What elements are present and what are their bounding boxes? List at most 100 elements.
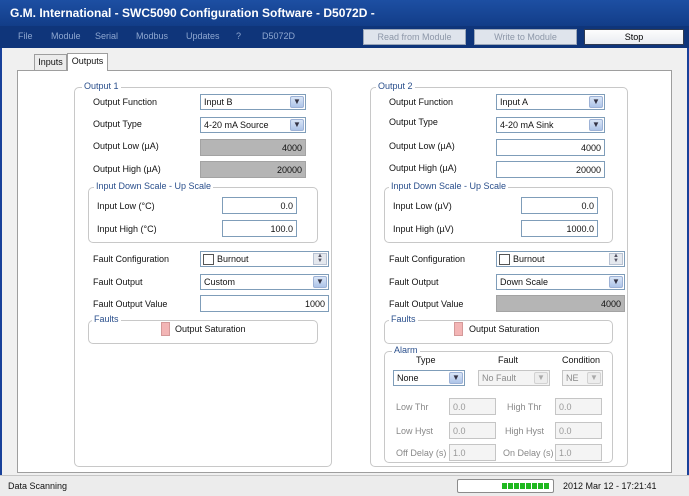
output2-low-field[interactable]: 4000: [496, 139, 605, 156]
output2-faults-title: Faults: [389, 314, 418, 324]
checkbox-icon[interactable]: [499, 254, 510, 265]
progress-segment: [526, 483, 531, 489]
chevron-down-icon: ▼: [534, 372, 548, 384]
output2-in-low-field[interactable]: 0.0: [521, 197, 598, 214]
alarm-condition-select[interactable]: NE ▼: [562, 370, 603, 386]
output1-fault-output-select[interactable]: Custom ▼: [200, 274, 329, 290]
alarm-off-delay-label: Off Delay (s): [396, 448, 447, 458]
output2-fault-output-select[interactable]: Down Scale ▼: [496, 274, 625, 290]
output1-in-high-field[interactable]: 100.0: [222, 220, 297, 237]
alarm-condition-header: Condition: [562, 355, 601, 365]
output1-fault-output-value: Custom: [204, 277, 236, 287]
alarm-type-select[interactable]: None ▼: [393, 370, 465, 386]
alarm-on-delay-field[interactable]: 1.0: [555, 444, 602, 461]
output1-in-high-label: Input High (°C): [97, 224, 157, 234]
output2-function-value: Input A: [500, 97, 529, 107]
output2-type-label: Output Type: [389, 117, 438, 127]
output1-function-value: Input B: [204, 97, 233, 107]
output2-burnout-field[interactable]: Burnout ▲ ▼: [496, 251, 625, 267]
status-datetime: 2012 Mar 12 - 17:21:41: [563, 481, 657, 491]
menu-module[interactable]: Module: [51, 31, 81, 41]
write-to-module-button[interactable]: Write to Module: [474, 29, 577, 45]
alarm-title: Alarm: [392, 345, 420, 355]
output1-title: Output 1: [82, 81, 121, 91]
progress-segment: [538, 483, 543, 489]
output1-saturation-indicator: [161, 322, 170, 336]
output2-title: Output 2: [376, 81, 415, 91]
output2-fault-output-value: Down Scale: [500, 277, 549, 287]
progress-segment: [514, 483, 519, 489]
output2-high-label: Output High (µA): [389, 163, 457, 173]
alarm-high-hyst-field[interactable]: 0.0: [555, 422, 602, 439]
read-from-module-button[interactable]: Read from Module: [363, 29, 466, 45]
status-bar: Data Scanning 2012 Mar 12 - 17:21:41: [0, 475, 689, 496]
window-title: G.M. International - SWC5090 Configurati…: [0, 0, 689, 26]
output2-high-field[interactable]: 20000: [496, 161, 605, 178]
chevron-down-icon: ▼: [313, 276, 327, 288]
spinner-icon[interactable]: ▲ ▼: [609, 253, 623, 265]
menu-device[interactable]: D5072D: [262, 31, 295, 41]
output1-type-select[interactable]: 4-20 mA Source ▼: [200, 117, 306, 133]
output1-low-field: 4000: [200, 139, 306, 156]
menu-updates[interactable]: Updates: [186, 31, 220, 41]
output2-fault-value-field: 4000: [496, 295, 625, 312]
menu-serial[interactable]: Serial: [95, 31, 118, 41]
output2-function-select[interactable]: Input A ▼: [496, 94, 605, 110]
output1-function-label: Output Function: [93, 97, 158, 107]
chevron-down-icon: ▼: [609, 276, 623, 288]
output2-saturation-indicator: [454, 322, 463, 336]
menu-file[interactable]: File: [18, 31, 33, 41]
alarm-type-value: None: [397, 373, 419, 383]
output2-fault-value-label: Fault Output Value: [389, 299, 464, 309]
alarm-low-hyst-field[interactable]: 0.0: [449, 422, 496, 439]
progress-segment: [502, 483, 507, 489]
output1-function-select[interactable]: Input B ▼: [200, 94, 306, 110]
alarm-condition-value: NE: [566, 373, 579, 383]
alarm-low-thr-label: Low Thr: [396, 402, 429, 412]
checkbox-icon[interactable]: [203, 254, 214, 265]
alarm-type-header: Type: [416, 355, 436, 365]
progress-segment: [532, 483, 537, 489]
alarm-fault-header: Fault: [498, 355, 519, 365]
spinner-icon[interactable]: ▲ ▼: [313, 253, 327, 265]
output2-function-label: Output Function: [389, 97, 454, 107]
output1-fault-value-label: Fault Output Value: [93, 299, 168, 309]
output1-in-low-field[interactable]: 0.0: [222, 197, 297, 214]
tab-outputs[interactable]: Outputs: [67, 53, 108, 71]
output1-fault-value-field[interactable]: 1000: [200, 295, 329, 312]
output2-scale-title: Input Down Scale - Up Scale: [389, 181, 509, 191]
chevron-down-icon: ▼: [449, 372, 463, 384]
menu-bar: File Module Serial Modbus Updates ? D507…: [0, 26, 689, 48]
output2-in-high-field[interactable]: 1000.0: [521, 220, 598, 237]
alarm-fault-select[interactable]: No Fault ▼: [478, 370, 550, 386]
alarm-on-delay-label: On Delay (s): [503, 448, 554, 458]
output1-high-label: Output High (µA): [93, 164, 161, 174]
alarm-low-thr-field[interactable]: 0.0: [449, 398, 496, 415]
stop-button[interactable]: Stop: [584, 29, 684, 45]
status-text: Data Scanning: [8, 481, 68, 491]
output1-burnout-label: Burnout: [217, 254, 249, 264]
output1-high-field: 20000: [200, 161, 306, 178]
output1-burnout-field[interactable]: Burnout ▲ ▼: [200, 251, 329, 267]
menu-modbus[interactable]: Modbus: [136, 31, 168, 41]
progress-segment: [544, 483, 549, 489]
chevron-down-icon: ▼: [587, 372, 601, 384]
output2-low-label: Output Low (µA): [389, 141, 455, 151]
output2-type-select[interactable]: 4-20 mA Sink ▼: [496, 117, 605, 133]
chevron-down-icon: ▼: [290, 96, 304, 108]
chevron-down-icon: ▼: [589, 96, 603, 108]
output1-fault-output-label: Fault Output: [93, 277, 143, 287]
tab-inputs[interactable]: Inputs: [34, 54, 67, 70]
output1-scale-title: Input Down Scale - Up Scale: [94, 181, 214, 191]
alarm-high-hyst-label: High Hyst: [505, 426, 545, 436]
alarm-high-thr-field[interactable]: 0.0: [555, 398, 602, 415]
output1-in-low-label: Input Low (°C): [97, 201, 155, 211]
output1-low-label: Output Low (µA): [93, 141, 159, 151]
alarm-high-thr-label: High Thr: [507, 402, 542, 412]
alarm-off-delay-field[interactable]: 1.0: [449, 444, 496, 461]
output1-type-label: Output Type: [93, 119, 142, 129]
output1-type-value: 4-20 mA Source: [204, 120, 269, 130]
output1-faults-title: Faults: [92, 314, 121, 324]
alarm-low-hyst-label: Low Hyst: [396, 426, 434, 436]
menu-help[interactable]: ?: [236, 31, 241, 41]
